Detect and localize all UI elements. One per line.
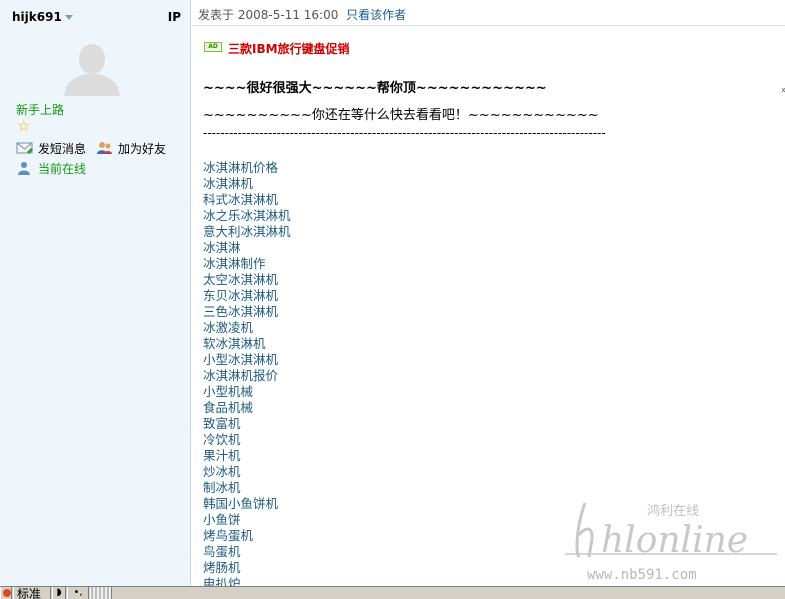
meta-divider [192, 25, 785, 26]
keyword-link[interactable]: 制冰机 [203, 480, 291, 496]
keyword-link[interactable]: 冷饮机 [203, 432, 291, 448]
post-title: ~~~~很好很强大~~~~~~帮你顶~~~~~~~~~~~~ [203, 81, 547, 96]
posted-prefix: 发表于 [198, 8, 235, 22]
keyword-link[interactable]: 三色冰淇淋机 [203, 304, 291, 320]
separator-line: ----------------------------------------… [203, 126, 606, 140]
keyword-link[interactable]: 果汁机 [203, 448, 291, 464]
keyword-link[interactable]: 科式冰淇淋机 [203, 192, 291, 208]
keyword-link[interactable]: 冰淇淋 [203, 240, 291, 256]
keyword-link[interactable]: 冰之乐冰淇淋机 [203, 208, 291, 224]
keyword-link[interactable]: 软冰淇淋机 [203, 336, 291, 352]
send-message-label: 发短消息 [38, 142, 87, 156]
send-message-button[interactable]: 发短消息 [16, 140, 86, 157]
watermark-tagline: 鸿利在线 [647, 503, 699, 519]
users-icon [97, 142, 112, 154]
username-text: hijk691 [12, 10, 62, 24]
keyword-link[interactable]: 韩国小鱼饼机 [203, 496, 291, 512]
online-status-label: 当前在线 [38, 162, 87, 176]
star-icon: ☆ [17, 117, 31, 135]
keyword-link[interactable]: 东贝冰淇淋机 [203, 288, 291, 304]
keyword-link[interactable]: 食品机械 [203, 400, 291, 416]
add-friend-label: 加为好友 [118, 142, 167, 156]
keyword-link[interactable]: 鸟蛋机 [203, 544, 291, 560]
ime-taskbar: 标准 ◗ •, [0, 586, 785, 599]
keyword-link[interactable]: 炒冰机 [203, 464, 291, 480]
username-link[interactable]: hijk691 [12, 10, 73, 24]
user-online-icon [18, 162, 30, 175]
chevron-down-icon [64, 15, 73, 20]
keyword-link[interactable]: 冰淇淋机报价 [203, 368, 291, 384]
scroll-arrow-icon[interactable]: » [781, 85, 785, 96]
ad-badge: AD [204, 42, 222, 52]
keyword-link[interactable]: 冰淇淋机 [203, 176, 291, 192]
punctuation-icon[interactable]: •, [67, 587, 89, 599]
post-meta: 发表于 2008-5-11 16:00 只看该作者 [198, 6, 406, 23]
post-subtitle: ~~~~~~~~~~你还在等什么快去看看吧！~~~~~~~~~~~~ [203, 108, 599, 123]
keyword-link[interactable]: 小型冰淇淋机 [203, 352, 291, 368]
user-sidebar: hijk691 IP 新手上路 ☆ 发短消息 加为好友 当前在线 [0, 0, 191, 588]
envelope-icon [16, 142, 33, 154]
keyword-link[interactable]: 小鱼饼 [203, 512, 291, 528]
keyword-link[interactable]: 冰淇淋机价格 [203, 160, 291, 176]
watermark-script: hlonline [601, 520, 748, 561]
ime-mode-button[interactable]: 标准 [13, 587, 51, 599]
posted-time: 2008-5-11 16:00 [237, 8, 339, 22]
keyword-link[interactable]: 致富机 [203, 416, 291, 432]
user-rank: 新手上路 [16, 103, 65, 117]
keyword-link[interactable]: 小型机械 [203, 384, 291, 400]
only-author-link[interactable]: 只看该作者 [346, 8, 406, 22]
keyword-link[interactable]: 冰激凌机 [203, 320, 291, 336]
keyword-link[interactable]: 冰淇淋制作 [203, 256, 291, 272]
keyword-link[interactable]: 烤肠机 [203, 560, 291, 576]
user-header: hijk691 IP [0, 8, 191, 26]
ad-link[interactable]: 三款IBM旅行键盘促销 [228, 40, 350, 57]
online-status: 当前在线 [16, 160, 86, 177]
soft-keyboard-icon[interactable] [90, 587, 112, 599]
half-width-icon[interactable]: ◗ [52, 587, 66, 599]
ime-logo-icon[interactable] [0, 587, 12, 599]
site-watermark: hlonline 鸿利在线 www.nb591.com [565, 502, 777, 583]
watermark-url: www.nb591.com [587, 567, 697, 583]
ip-label: IP [167, 10, 181, 24]
keyword-link[interactable]: 太空冰淇淋机 [203, 272, 291, 288]
keyword-link[interactable]: 意大利冰淇淋机 [203, 224, 291, 240]
add-friend-button[interactable]: 加为好友 [96, 140, 166, 157]
keyword-link[interactable]: 烤鸟蛋机 [203, 528, 291, 544]
avatar[interactable] [60, 40, 124, 96]
keyword-list: 冰淇淋机价格 冰淇淋机 科式冰淇淋机 冰之乐冰淇淋机 意大利冰淇淋机 冰淇淋 冰淇淋制作 太空… [203, 160, 291, 592]
